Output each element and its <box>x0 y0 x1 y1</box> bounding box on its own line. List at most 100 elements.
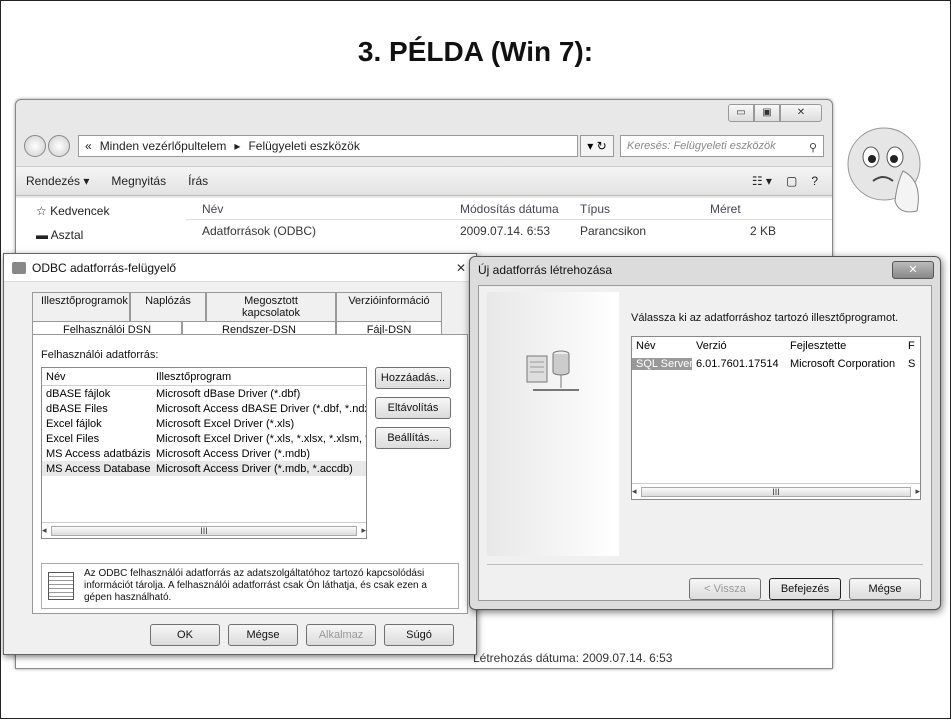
toolbar: Rendezés ▾ Megnyitás Írás ☷ ▾ ▢ ? <box>16 166 832 196</box>
column-type[interactable]: Típus <box>576 202 706 216</box>
window-controls: ▭ ▣ ✕ <box>728 104 822 122</box>
tab-row-1: Illesztőprogramok Naplózás Megosztott ka… <box>4 292 476 321</box>
driver-col-version[interactable]: Verzió <box>692 340 786 352</box>
scroll-left-icon[interactable]: ◂ <box>632 486 637 497</box>
dsn-col-name[interactable]: Név <box>42 371 152 383</box>
view-icon[interactable]: ☷ ▾ <box>752 174 772 188</box>
list-item[interactable]: MS Access adatbázis Microsoft Access Driv… <box>42 446 366 461</box>
driver-f: S <box>908 357 916 370</box>
tab-about[interactable]: Verzióinformáció <box>336 292 442 321</box>
forward-button[interactable] <box>48 135 70 157</box>
list-item-selected[interactable]: MS Access Database Microsoft Access Drive… <box>42 461 366 476</box>
column-size[interactable]: Méret <box>706 202 776 216</box>
dsn-name: Excel fájlok <box>46 417 102 430</box>
wizard-buttons: < Vissza Befejezés Mégse <box>689 578 929 600</box>
cancel-button[interactable]: Mégse <box>228 624 298 646</box>
slide: 3. PÉLDA (Win 7): ▭ ▣ ✕ « Minden vezérlő… <box>0 0 951 719</box>
driver-list-header: Név Verzió Fejlesztette F <box>632 337 920 355</box>
refresh-button[interactable]: ▾ ↻ <box>580 135 614 157</box>
dsn-list-header: Név Illesztőprogram <box>42 368 366 386</box>
details-created-date: Létrehozás dátuma: 2009.07.14. 6:53 <box>473 651 673 665</box>
driver-version: 6.01.7601.17514 <box>696 357 779 370</box>
driver-row-selected[interactable]: SQL Server 6.01.7601.17514 Microsoft Cor… <box>632 355 920 372</box>
close-button[interactable]: ✕ <box>780 104 822 122</box>
add-button[interactable]: Hozzáadás... <box>375 367 451 389</box>
file-name: Adatforrások (ODBC) <box>202 224 317 238</box>
nav-favorites[interactable]: ☆ Kedvencek <box>16 198 186 222</box>
odbc-dialog-buttons: OK Mégse Alkalmaz Súgó <box>150 624 462 646</box>
back-button[interactable] <box>24 135 46 157</box>
maximize-button[interactable]: ▣ <box>754 104 780 122</box>
odbc-close-button[interactable]: ✕ <box>456 261 466 275</box>
help-button[interactable]: Súgó <box>384 624 454 646</box>
configure-button[interactable]: Beállítás... <box>375 427 451 449</box>
list-item[interactable]: dBASE fájlok Microsoft dBase Driver (*.db… <box>42 386 366 401</box>
odbc-dialog: ODBC adatforrás-felügyelő ✕ Illesztőprog… <box>3 253 477 655</box>
tab-tracing[interactable]: Naplózás <box>130 292 206 321</box>
horizontal-scrollbar[interactable]: ◂ III ▸ <box>632 483 920 499</box>
finish-button[interactable]: Befejezés <box>769 578 841 600</box>
scroll-thumb[interactable]: III <box>50 525 358 536</box>
back-button[interactable]: < Vissza <box>689 578 761 600</box>
cancel-button[interactable]: Mégse <box>849 578 921 600</box>
search-icon[interactable]: ⚲ <box>809 138 817 158</box>
slide-title: 3. PÉLDA (Win 7): <box>357 36 594 67</box>
scroll-left-icon[interactable]: ◂ <box>42 525 47 536</box>
dsn-col-driver[interactable]: Illesztőprogram <box>152 371 366 383</box>
tab-drivers[interactable]: Illesztőprogramok <box>32 292 130 321</box>
address-row: « Minden vezérlőpultelem ▸ Felügyeleti e… <box>24 134 824 158</box>
nav-desktop-label: Asztal <box>50 228 84 242</box>
driver-col-developer[interactable]: Fejlesztette <box>786 340 904 352</box>
breadcrumb-separator: ▸ <box>234 139 241 153</box>
list-item[interactable]: Excel Files Microsoft Excel Driver (*.xls… <box>42 431 366 446</box>
dsn-name: Excel Files <box>46 432 100 445</box>
tab-connection-pooling[interactable]: Megosztott kapcsolatok <box>206 292 336 321</box>
file-type: Parancsikon <box>580 224 647 238</box>
driver-list[interactable]: Név Verzió Fejlesztette F SQL Server 6.0… <box>631 336 921 500</box>
apply-button[interactable]: Alkalmaz <box>306 624 376 646</box>
breadcrumb-overflow[interactable]: « <box>85 139 92 153</box>
new-ds-body: Válassza ki az adatforráshoz tartozó ill… <box>478 285 932 601</box>
dsn-driver: Microsoft Excel Driver (*.xls, *.xlsx, *… <box>156 432 366 445</box>
minimize-button[interactable]: ▭ <box>728 104 754 122</box>
search-input[interactable]: Keresés: Felügyeleti eszközök ⚲ <box>620 135 824 157</box>
open-button[interactable]: Megnyitás <box>111 174 166 188</box>
list-item[interactable]: dBASE Files Microsoft Access dBASE Driver… <box>42 401 366 416</box>
database-wizard-icon <box>526 350 579 391</box>
remove-button[interactable]: Eltávolítás <box>375 397 451 419</box>
scroll-right-icon[interactable]: ▸ <box>915 486 920 497</box>
new-ds-title: Új adatforrás létrehozása <box>478 263 613 277</box>
dsn-name: dBASE fájlok <box>46 387 111 400</box>
column-modified[interactable]: Módosítás dátuma <box>456 202 576 216</box>
file-size: 2 KB <box>749 224 776 238</box>
list-item[interactable]: Excel fájlok Microsoft Excel Driver (*.xl… <box>42 416 366 431</box>
help-icon[interactable]: ? <box>811 174 818 188</box>
info-text: Az ODBC felhasználói adatforrás az adats… <box>84 568 427 603</box>
preview-pane-icon[interactable]: ▢ <box>786 174 797 188</box>
ok-button[interactable]: OK <box>150 624 220 646</box>
desktop-icon: ▬ <box>36 228 51 242</box>
write-button[interactable]: Írás <box>188 174 208 188</box>
address-bar[interactable]: « Minden vezérlőpultelem ▸ Felügyeleti e… <box>78 135 578 157</box>
nav-favorites-label: Kedvencek <box>50 204 110 218</box>
user-dsn-list[interactable]: Név Illesztőprogram dBASE fájlok Microsof… <box>41 367 367 539</box>
separator <box>487 564 923 565</box>
scroll-thumb[interactable]: III <box>640 486 912 497</box>
organize-button[interactable]: Rendezés ▾ <box>26 174 89 188</box>
driver-col-name[interactable]: Név <box>632 340 692 352</box>
driver-col-f[interactable]: F <box>904 340 920 352</box>
file-row[interactable]: Adatforrások (ODBC) 2009.07.14. 6:53 Par… <box>186 220 832 242</box>
dsn-driver: Microsoft dBase Driver (*.dbf) <box>156 387 301 400</box>
driver-developer: Microsoft Corporation <box>790 357 896 370</box>
breadcrumb-control-panel[interactable]: Minden vezérlőpultelem <box>100 139 227 153</box>
data-source-icon <box>48 572 74 600</box>
horizontal-scrollbar[interactable]: ◂ III ▸ <box>42 522 366 538</box>
scroll-right-icon[interactable]: ▸ <box>361 525 366 536</box>
breadcrumb-admin-tools[interactable]: Felügyeleti eszközök <box>248 139 359 153</box>
new-ds-close-button[interactable]: ✕ <box>892 261 934 279</box>
column-name[interactable]: Név <box>186 202 456 216</box>
dsn-driver: Microsoft Excel Driver (*.xls) <box>156 417 295 430</box>
nav-desktop[interactable]: ▬ Asztal <box>16 222 186 246</box>
driver-name: SQL Server <box>632 357 692 370</box>
odbc-icon <box>12 261 26 274</box>
